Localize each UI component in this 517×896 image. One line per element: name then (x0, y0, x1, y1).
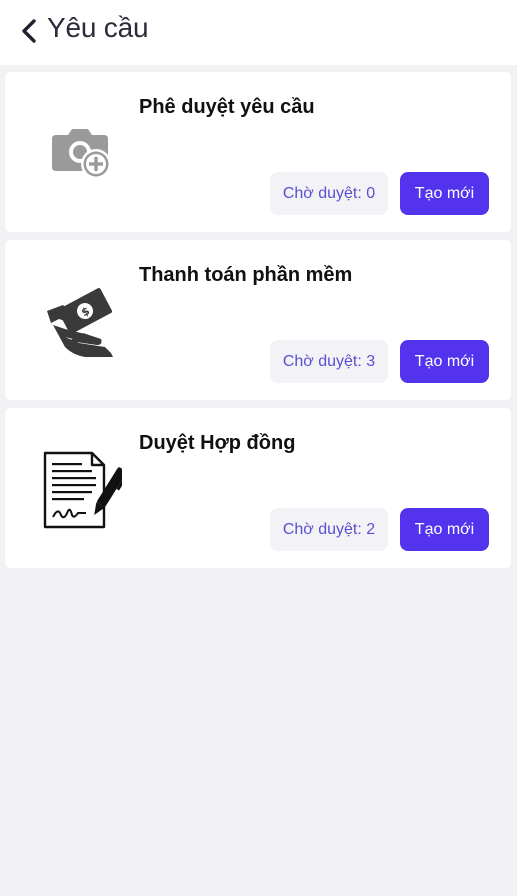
back-button[interactable] (14, 16, 44, 46)
money-payment-icon: $ (41, 278, 123, 368)
create-new-button[interactable]: Tạo mới (400, 508, 489, 551)
chevron-left-icon (22, 19, 36, 43)
request-card-approve: Phê duyệt yêu cầu Chờ duyệt: 0 Tạo mới (5, 72, 511, 232)
card-title: Phê duyệt yêu cầu (139, 96, 315, 118)
page-title: Yêu cầu (47, 12, 149, 43)
create-new-button[interactable]: Tạo mới (400, 340, 489, 383)
app-header: Yêu cầu (0, 0, 517, 65)
camera-add-icon (41, 110, 123, 200)
pending-count-button[interactable]: Chờ duyệt: 0 (270, 172, 388, 215)
request-card-contract: Duyệt Hợp đồng Chờ duyệt: 2 Tạo mới (5, 408, 511, 568)
card-title: Thanh toán phần mềm (139, 264, 353, 286)
create-new-button[interactable]: Tạo mới (400, 172, 489, 215)
contract-sign-icon (41, 446, 123, 536)
card-title: Duyệt Hợp đồng (139, 432, 296, 454)
pending-count-button[interactable]: Chờ duyệt: 3 (270, 340, 388, 383)
request-card-payment: $ Thanh toán phần mềm Chờ duyệt: 3 Tạo m… (5, 240, 511, 400)
pending-count-button[interactable]: Chờ duyệt: 2 (270, 508, 388, 551)
